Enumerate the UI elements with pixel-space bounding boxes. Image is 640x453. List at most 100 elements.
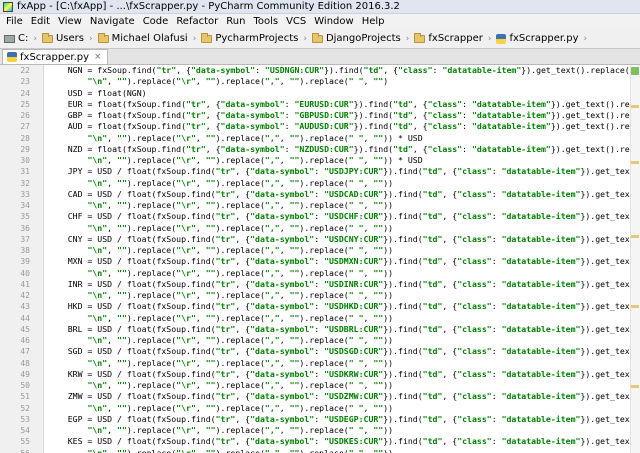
code-text: "\n", "").replace("\r", "").replace(",",… (87, 357, 394, 368)
line-number: 23 (20, 77, 30, 87)
code-line[interactable]: 48 "\n", "").replace("\r", "").replace("… (0, 358, 640, 369)
line-number: 29 (20, 144, 30, 154)
code-line[interactable]: 37 CNY = USD / float(fxSoup.find("tr", {… (0, 234, 640, 245)
string-literal: " " (348, 380, 364, 390)
string-literal: "" (205, 155, 216, 165)
string-literal: "," (264, 425, 280, 435)
code-text: INR = USD / float(fxSoup.find("tr", {"da… (48, 278, 640, 289)
code-line[interactable]: 51 ZMW = USD / float(fxSoup.find("tr", {… (0, 391, 640, 402)
code-line[interactable]: 40 "\n", "").replace("\r", "").replace("… (0, 268, 640, 279)
breadcrumb-djangoprojects[interactable]: DjangoProjects (311, 32, 401, 44)
code-line[interactable]: 46 "\n", "").replace("\r", "").replace("… (0, 335, 640, 346)
editor-error-stripe[interactable] (630, 65, 640, 453)
breadcrumb-pycharmprojects[interactable]: PycharmProjects (201, 32, 298, 44)
code-line[interactable]: 44 "\n", "").replace("\r", "").replace("… (0, 313, 640, 324)
python-file-icon (7, 52, 17, 62)
code-line[interactable]: 29 NZD = float(fxSoup.find("tr", {"data-… (0, 144, 640, 155)
string-literal: " " (348, 222, 364, 233)
menu-edit[interactable]: Edit (27, 16, 54, 27)
string-literal: "" (117, 447, 127, 453)
menu-window[interactable]: Window (310, 16, 357, 27)
line-number: 47 (20, 347, 30, 357)
code-line[interactable]: 47 SGD = USD / float(fxSoup.find("tr", {… (0, 346, 640, 357)
string-literal: "USDMXN:CUR" (324, 256, 384, 267)
code-editor[interactable]: 22 NGN = fxSoup.find("tr", {"data-symbol… (0, 65, 640, 453)
code-line[interactable]: 49 KRW = USD / float(fxSoup.find("tr", {… (0, 369, 640, 380)
code-line[interactable]: 28 "\n", "").replace("\r", "").replace("… (0, 133, 640, 144)
string-literal: "datatable-item" (501, 413, 581, 424)
tab-label: fxScrapper.py (20, 51, 90, 63)
menu-code[interactable]: Code (139, 16, 173, 27)
code-line[interactable]: 25 EUR = float(fxSoup.find("tr", {"data-… (0, 99, 640, 110)
string-literal: "data-symbol" (190, 65, 256, 75)
code-text: ZMW = USD / float(fxSoup.find("tr", {"da… (48, 391, 640, 402)
code-line[interactable]: 45 BRL = USD / float(fxSoup.find("tr", {… (0, 324, 640, 335)
code-line[interactable]: 56 "\n", "").replace("\r", "").replace("… (0, 448, 640, 453)
code-line[interactable]: 35 CHF = USD / float(fxSoup.find("tr", {… (0, 211, 640, 222)
string-literal: "," (264, 447, 280, 453)
menu-file[interactable]: File (2, 16, 27, 27)
code-line[interactable]: 54 "\n", "").replace("\r", "").replace("… (0, 425, 640, 436)
code-text: "\n", "").replace("\r", "").replace(",",… (87, 335, 394, 345)
breadcrumb-file[interactable]: fxScrapper.py (496, 33, 579, 44)
code-line[interactable]: 27 AUD = float(fxSoup.find("tr", {"data-… (0, 121, 640, 132)
stripe-marker[interactable] (631, 105, 639, 108)
code-line[interactable]: 38 "\n", "").replace("\r", "").replace("… (0, 245, 640, 256)
breadcrumb-fxscrapper[interactable]: fxScrapper (414, 32, 483, 44)
line-number: 43 (20, 302, 30, 312)
code-line[interactable]: 32 "\n", "").replace("\r", "").replace("… (0, 178, 640, 189)
string-literal: "\r" (176, 290, 196, 300)
breadcrumb-user-folder[interactable]: Michael Olafusi (97, 32, 188, 44)
string-literal: "" (205, 290, 216, 300)
stripe-marker[interactable] (631, 235, 639, 238)
code-line[interactable]: 23 "\n", "").replace("\r", "").replace("… (0, 76, 640, 87)
string-literal: "\r" (176, 312, 196, 323)
string-literal: "" (117, 267, 127, 278)
stripe-marker[interactable] (631, 305, 639, 308)
code-line[interactable]: 31 JPY = USD / float(fxSoup.find("tr", {… (0, 166, 640, 177)
string-literal: "tr" (215, 278, 236, 289)
menu-view[interactable]: View (54, 16, 86, 27)
chevron-right-icon: › (192, 33, 197, 44)
stripe-marker[interactable] (631, 161, 639, 164)
code-line[interactable]: 53 EGP = USD / float(fxSoup.find("tr", {… (0, 414, 640, 425)
menu-help[interactable]: Help (358, 16, 389, 27)
string-literal: " " (348, 267, 364, 278)
code-line[interactable]: 22 NGN = fxSoup.find("tr", {"data-symbol… (0, 65, 640, 76)
line-number: 31 (20, 167, 30, 177)
code-line[interactable]: 26 GBP = float(fxSoup.find("tr", {"data-… (0, 110, 640, 121)
code-line[interactable]: 42 "\n", "").replace("\r", "").replace("… (0, 290, 640, 301)
string-literal: "datatable-item" (501, 256, 581, 267)
menu-navigate[interactable]: Navigate (86, 16, 139, 27)
code-line[interactable]: 39 MXN = USD / float(fxSoup.find("tr", {… (0, 256, 640, 267)
string-literal: "" (289, 380, 300, 390)
string-literal: "data-symbol" (220, 121, 285, 132)
breadcrumb-users[interactable]: Users (41, 32, 84, 44)
menu-tools[interactable]: Tools (249, 16, 282, 27)
code-line[interactable]: 55 KES = USD / float(fxSoup.find("tr", {… (0, 436, 640, 447)
string-literal: "td" (422, 166, 443, 177)
stripe-marker[interactable] (631, 385, 639, 388)
close-icon[interactable]: × (94, 52, 102, 62)
code-line[interactable]: 36 "\n", "").replace("\r", "").replace("… (0, 223, 640, 234)
menu-run[interactable]: Run (222, 16, 249, 27)
string-literal: " " (348, 425, 364, 435)
code-line[interactable]: 33 CAD = USD / float(fxSoup.find("tr", {… (0, 189, 640, 200)
string-literal: " " (348, 155, 364, 165)
code-line[interactable]: 43 HKD = USD / float(fxSoup.find("tr", {… (0, 301, 640, 312)
menu-refactor[interactable]: Refactor (172, 16, 222, 27)
code-line[interactable]: 41 INR = USD / float(fxSoup.find("tr", {… (0, 279, 640, 290)
code-line[interactable]: 30 "\n", "").replace("\r", "").replace("… (0, 155, 640, 166)
tab-fxscrapper-py[interactable]: fxScrapper.py × (2, 49, 108, 64)
code-line[interactable]: 50 "\n", "").replace("\r", "").replace("… (0, 380, 640, 391)
string-literal: "" (373, 335, 384, 345)
string-literal: "" (373, 200, 384, 210)
chevron-right-icon: › (88, 33, 93, 44)
string-literal: "" (117, 425, 127, 435)
code-line[interactable]: 52 "\n", "").replace("\r", "").replace("… (0, 403, 640, 414)
code-line[interactable]: 34 "\n", "").replace("\r", "").replace("… (0, 200, 640, 211)
breadcrumb-drive[interactable]: C: (4, 33, 28, 44)
code-line[interactable]: 24 USD = float(NGN) (0, 88, 640, 99)
string-literal: "\n" (87, 290, 108, 300)
menu-vcs[interactable]: VCS (282, 16, 310, 27)
